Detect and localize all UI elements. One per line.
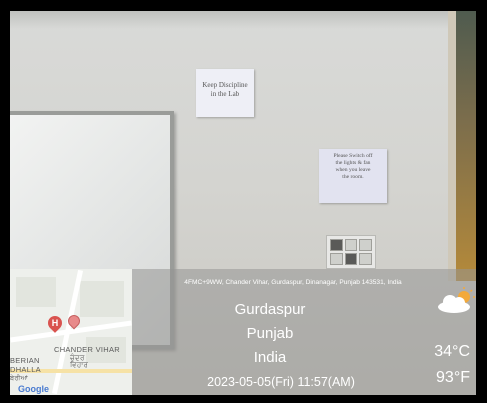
temperature-fahrenheit: 93°F <box>436 369 470 386</box>
map-label-chander-vihar-punjabi: ਚੰਦਰ ਵਿਹਾਰ <box>70 355 89 370</box>
partly-cloudy-icon <box>438 287 475 313</box>
map-label-dhalla: DHALLA <box>10 365 41 374</box>
map-label-berian-punjabi: ਬੇਰੀਆਂ <box>10 375 29 382</box>
google-logo: Google <box>18 384 49 394</box>
country-name: India <box>253 349 287 366</box>
city-name: Gurdaspur <box>234 301 306 318</box>
sign-text-line: Please Switch off <box>333 153 373 159</box>
address-text: 4FMC+9WW, Chander Vihar, Gurdaspur, Dina… <box>184 279 402 286</box>
hospital-marker-letter: H <box>51 318 59 328</box>
sign-text-line: when you leave <box>335 166 371 173</box>
sign-text-line: the lights & fan <box>335 159 371 166</box>
camera-photo: Keep Discipline in the Lab Please Switch… <box>10 11 476 395</box>
hospital-marker-icon: H <box>45 313 65 333</box>
date-time: 2023-05-05(Fri) 11:57(AM) <box>207 375 355 389</box>
sign-text-line: Keep Discipline <box>202 81 248 89</box>
map-label-berian: BERIAN <box>10 356 40 365</box>
door-edge <box>456 11 476 281</box>
wall-switchboard <box>326 235 376 269</box>
ceiling-shadow <box>10 11 476 29</box>
sign-text-line: in the Lab <box>210 89 240 98</box>
mini-map[interactable]: H CHANDER VIHAR ਚੰਦਰ ਵਿਹਾਰ BERIAN DHALLA … <box>10 269 132 395</box>
sign-text-line: the room. <box>342 173 364 180</box>
map-label-chander-vihar: CHANDER VIHAR <box>54 345 120 354</box>
switch-off-sign: Please Switch off the lights & fan when … <box>319 149 387 203</box>
door-trim <box>448 11 456 281</box>
discipline-sign: Keep Discipline in the Lab <box>196 69 254 117</box>
temperature-celsius: 34°C <box>434 343 470 360</box>
state-name: Punjab <box>246 325 294 342</box>
